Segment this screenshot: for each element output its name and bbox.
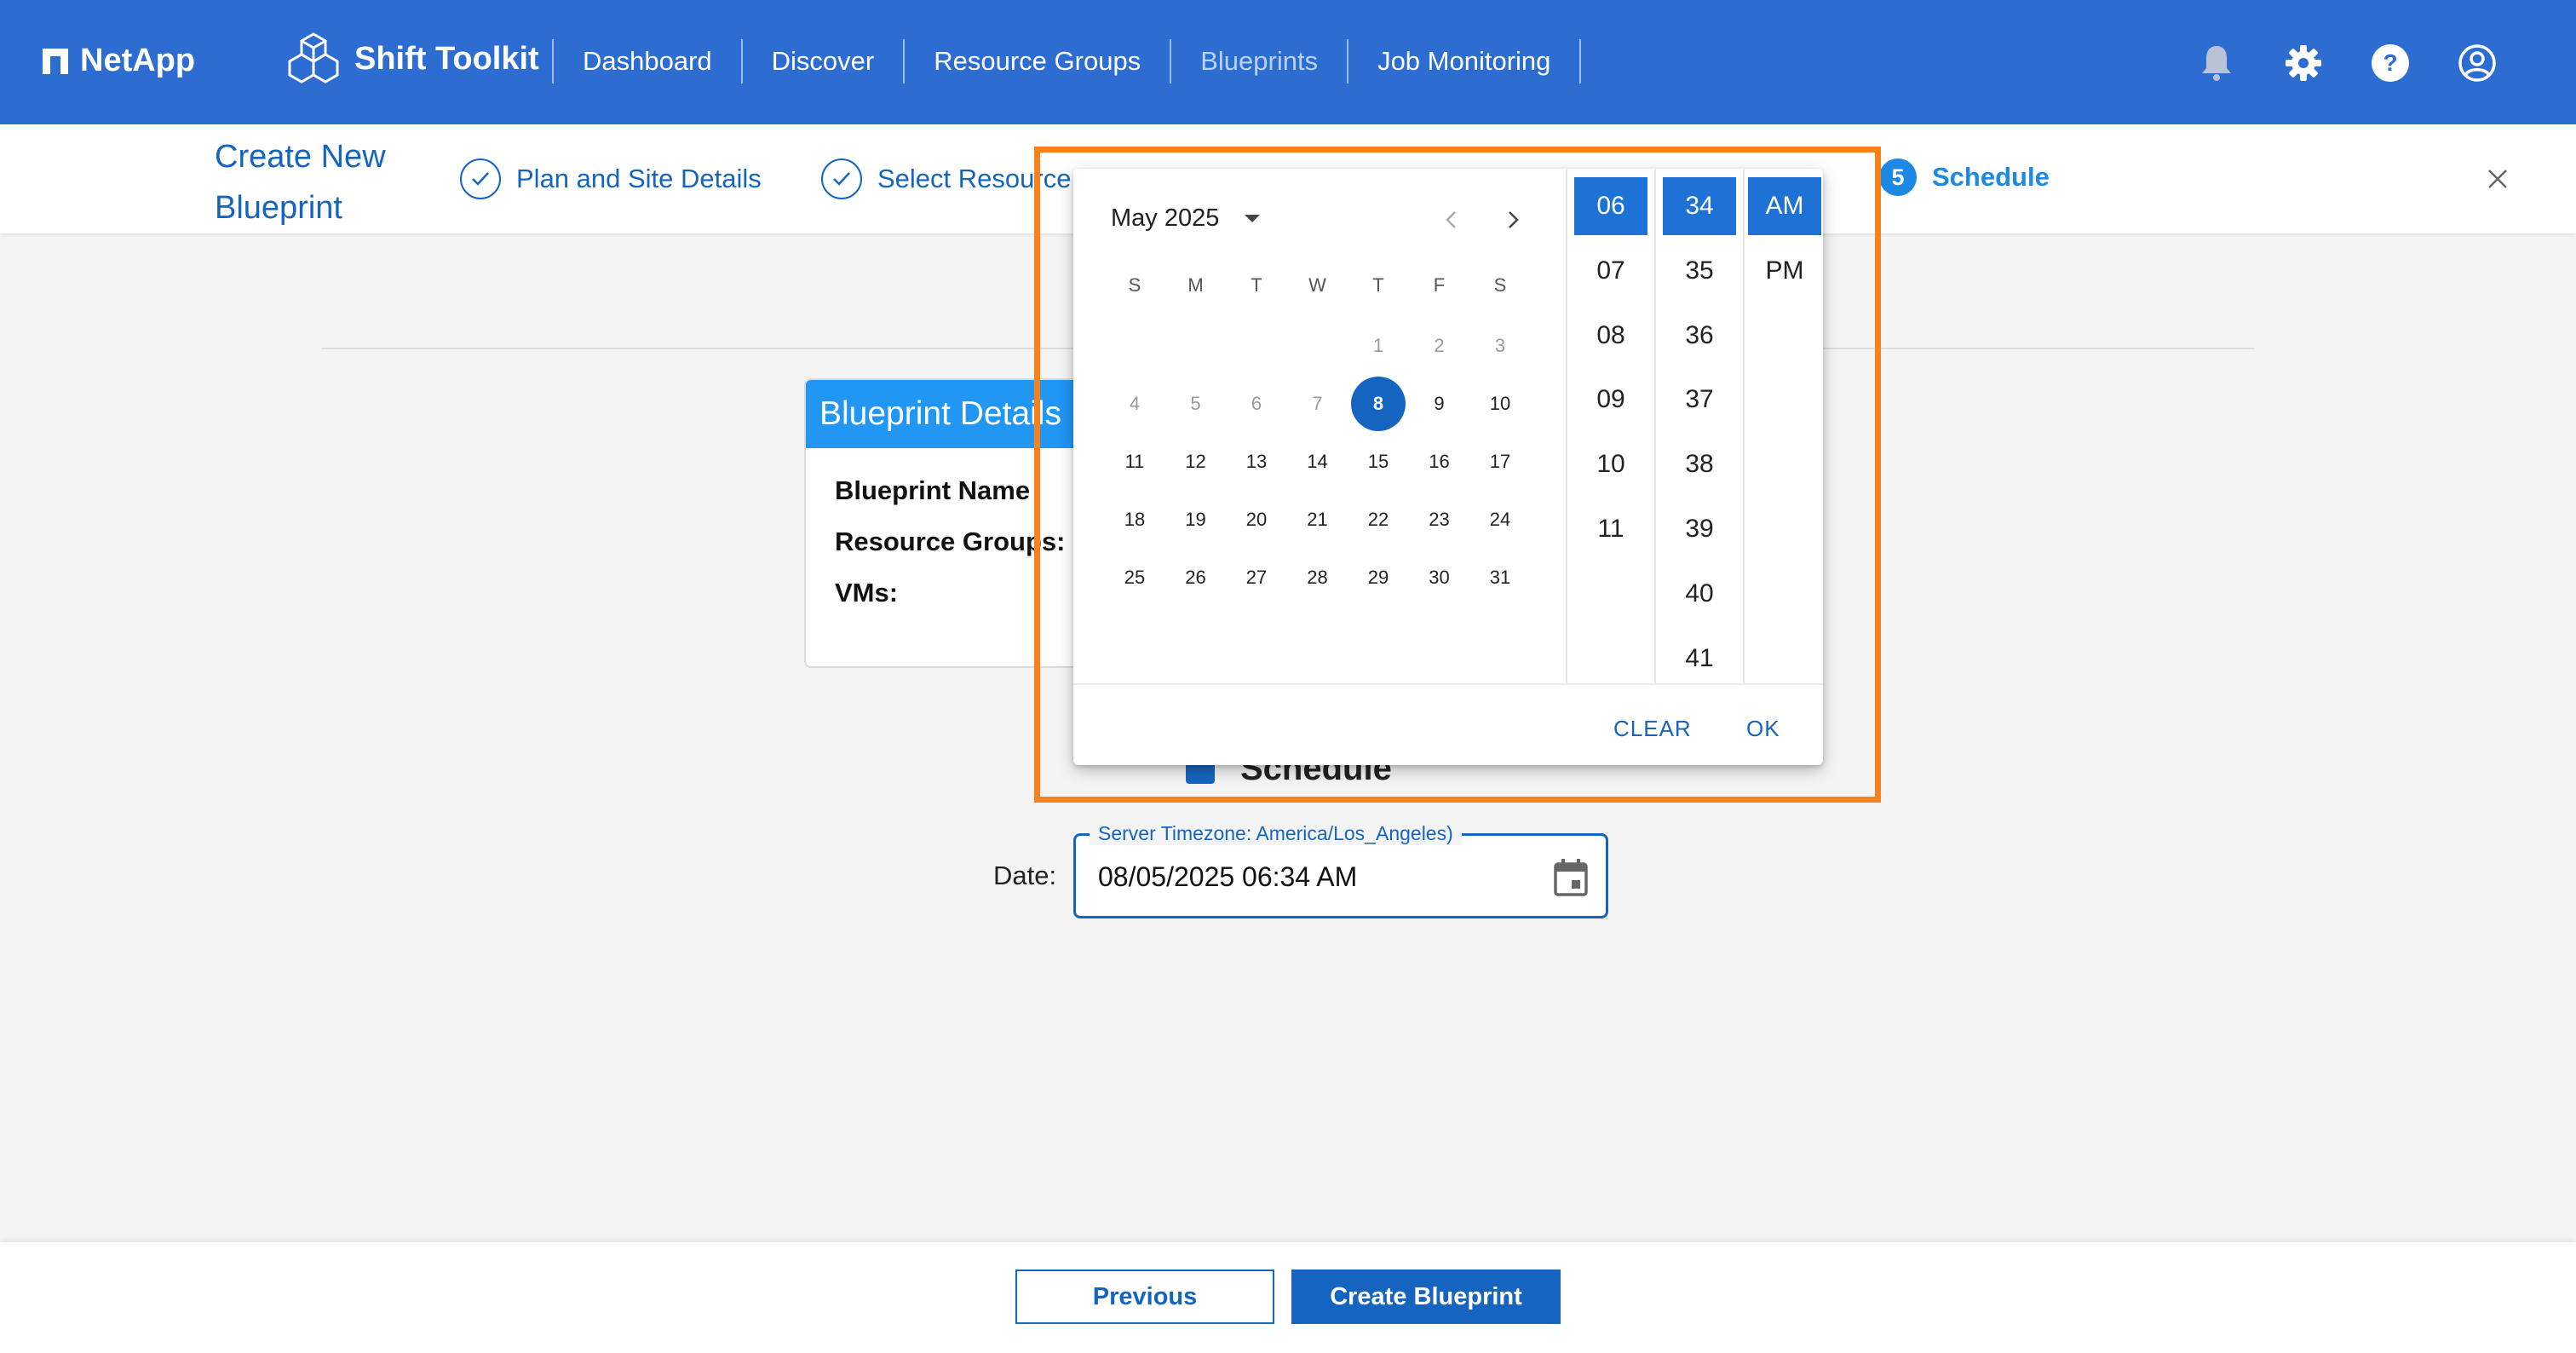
notifications-button[interactable] [2196,43,2237,83]
date-input[interactable]: Server Timezone: America/Los_Angeles) 08… [1073,822,1608,918]
blueprint-name-label: Blueprint Name [835,475,1031,505]
previous-button[interactable]: Previous [1015,1270,1274,1324]
netapp-logo[interactable]: NetApp [43,43,195,79]
wizard-title: Create New Blueprint [215,131,436,233]
settings-button[interactable] [2283,43,2324,83]
nav-job-monitoring[interactable]: Job Monitoring [1348,46,1579,77]
step-number: 5 [1879,158,1917,196]
vms-label: VMs: [835,578,899,607]
nav-blueprints[interactable]: Blueprints [1171,46,1347,77]
help-icon: ? [2372,44,2409,82]
nav-separator [1579,39,1582,83]
resource-groups-label: Resource Groups: [835,527,1066,556]
svg-text:?: ? [2383,49,2397,76]
account-icon [2458,44,2496,82]
check-circle-icon [821,158,862,199]
app-name: Shift Toolkit [354,40,539,77]
check-circle-icon [460,158,501,199]
create-blueprint-button[interactable]: Create Blueprint [1291,1270,1561,1324]
shift-toolkit-icon [288,32,339,83]
close-icon[interactable] [2482,164,2513,194]
header-actions: ? [2196,43,2498,83]
top-navbar: NetApp Shift Toolkit Dashboard Discover … [0,0,2576,124]
nav-discover[interactable]: Discover [743,46,904,77]
wizard-title-line-2: Blueprint [215,190,342,226]
main-nav: Dashboard Discover Resource Groups Bluep… [552,37,1582,85]
help-button[interactable]: ? [2370,43,2411,83]
wizard-title-line-1: Create New [215,139,386,175]
gear-icon [2286,45,2321,81]
step-label: Schedule [1932,162,2050,192]
date-value[interactable]: 08/05/2025 06:34 AM [1098,861,1357,893]
app-title[interactable]: Shift Toolkit [286,31,539,87]
wizard-footer [0,1242,2576,1353]
step-label: Plan and Site Details [516,164,762,193]
user-profile-button[interactable] [2457,43,2498,83]
step-plan-and-site-details[interactable]: Plan and Site Details [460,158,762,199]
step-schedule[interactable]: 5 Schedule [1879,158,2050,196]
nav-resource-groups[interactable]: Resource Groups [905,46,1170,77]
nav-dashboard[interactable]: Dashboard [554,46,741,77]
netapp-logo-mark [43,48,68,74]
timezone-legend: Server Timezone: America/Los_Angeles) [1090,822,1462,845]
highlight-box [1034,147,1881,803]
date-label: Date: [993,861,1057,890]
calendar-icon[interactable] [1553,858,1589,897]
bell-icon [2202,46,2231,81]
brand-name: NetApp [80,43,196,78]
